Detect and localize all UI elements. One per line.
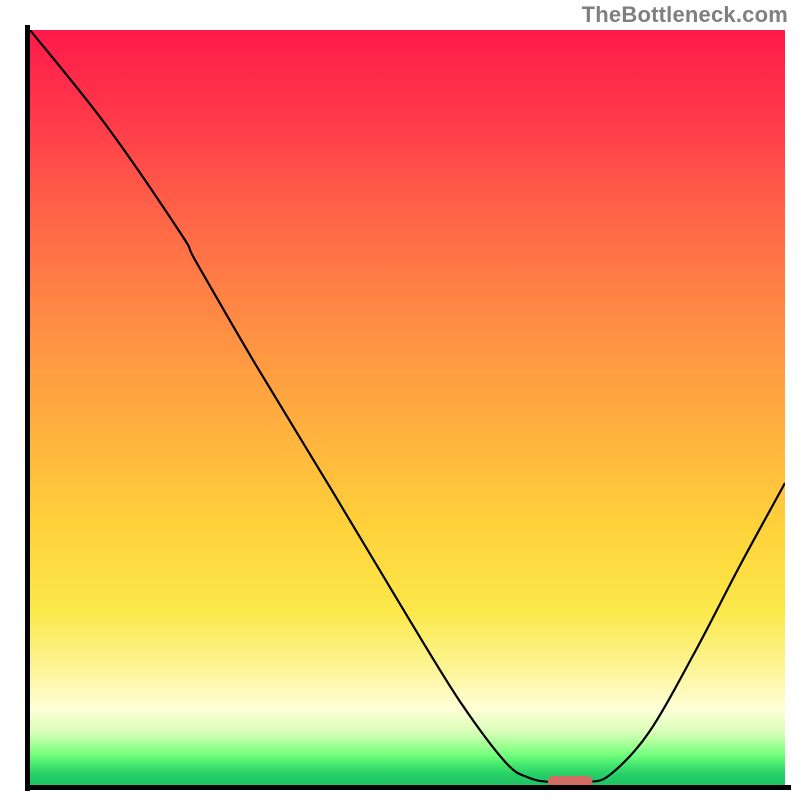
x-axis-line xyxy=(25,785,791,790)
y-axis-line xyxy=(25,25,30,791)
chart-gradient-area xyxy=(30,30,785,785)
minimum-marker xyxy=(548,776,593,785)
attribution-text: TheBottleneck.com xyxy=(582,2,788,28)
bottleneck-curve xyxy=(30,30,785,783)
chart-svg xyxy=(30,30,785,785)
